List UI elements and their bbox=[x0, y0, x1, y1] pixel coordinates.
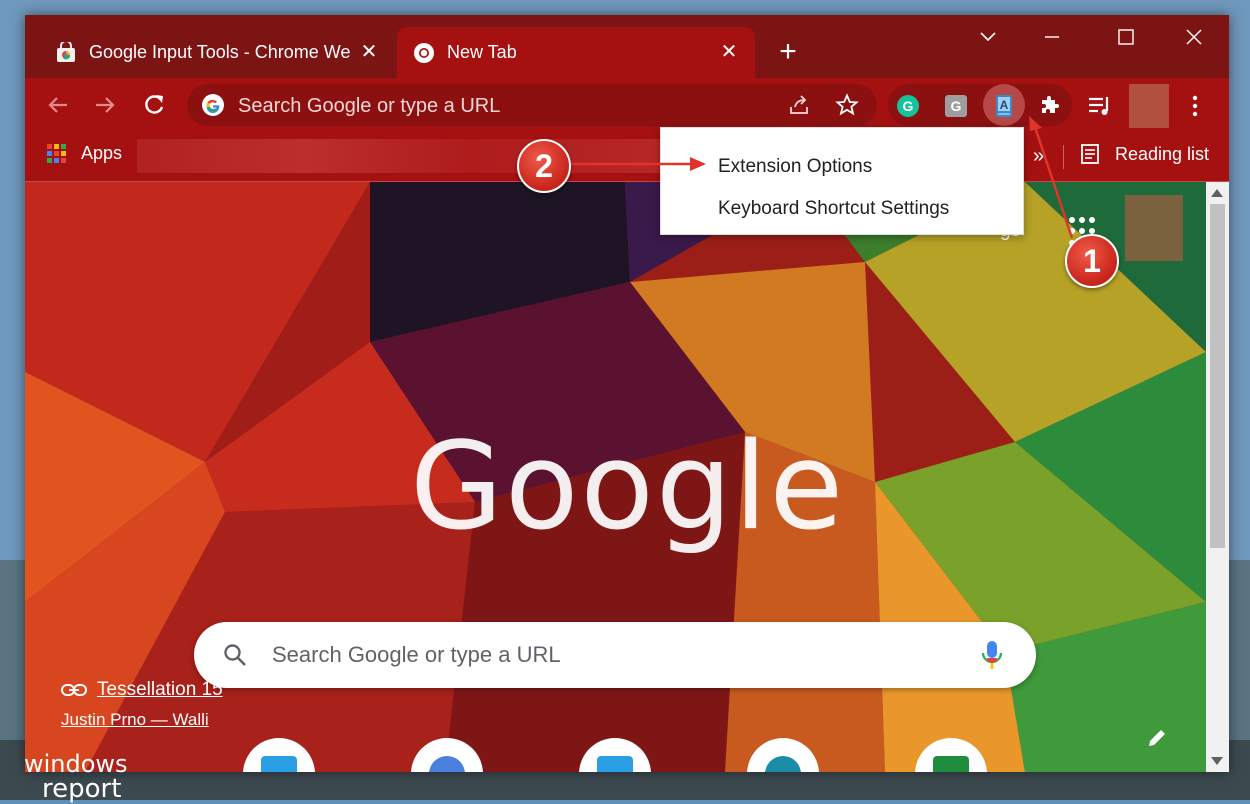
extension-context-menu: Extension Options Keyboard Shortcut Sett… bbox=[660, 127, 1024, 235]
grammarly-icon[interactable]: G bbox=[896, 94, 920, 118]
voice-search-icon[interactable] bbox=[980, 639, 1004, 671]
new-tab-button[interactable]: + bbox=[773, 37, 803, 68]
address-bar[interactable]: Search Google or type a URL bbox=[187, 84, 877, 126]
reading-list-label: Reading list bbox=[1115, 143, 1210, 164]
reload-icon[interactable] bbox=[139, 90, 169, 120]
menu-item-extension-options[interactable]: Extension Options bbox=[718, 156, 872, 178]
more-menu-icon[interactable] bbox=[1185, 93, 1205, 119]
extensions-toolbar-group: G G A bbox=[888, 84, 1072, 126]
reading-list-button[interactable]: Reading list bbox=[1079, 143, 1209, 165]
minimize-icon[interactable] bbox=[1030, 23, 1074, 51]
extensions-puzzle-icon[interactable] bbox=[1038, 94, 1062, 118]
link-icon bbox=[61, 684, 87, 696]
new-tab-page: gs Google Search Google or type a URL bbox=[25, 182, 1206, 772]
toolbar: Search Google or type a URL G G A bbox=[25, 78, 1229, 133]
bookmark-star-icon[interactable] bbox=[835, 93, 859, 117]
tab-title: New Tab bbox=[447, 42, 517, 62]
bookmarks-bar: Apps » Reading list bbox=[25, 133, 1229, 182]
back-icon[interactable] bbox=[43, 90, 73, 120]
ntp-search-placeholder: Search Google or type a URL bbox=[272, 642, 561, 667]
svg-text:G: G bbox=[951, 98, 962, 114]
ntp-account-avatar[interactable] bbox=[1125, 195, 1183, 261]
blurred-bookmarks bbox=[137, 139, 697, 173]
address-bar-placeholder: Search Google or type a URL bbox=[238, 95, 501, 117]
chrome-window: Google Input Tools - Chrome Web Store ✕ … bbox=[25, 15, 1229, 772]
close-window-icon[interactable] bbox=[1172, 23, 1216, 51]
annotation-step-2: 2 bbox=[517, 139, 571, 193]
tab-title: Google Input Tools - Chrome Web Store bbox=[89, 42, 351, 62]
google-input-tools-icon[interactable]: A bbox=[992, 94, 1016, 118]
maximize-icon[interactable] bbox=[1104, 23, 1148, 51]
reading-list-icon bbox=[1081, 144, 1099, 164]
shortcut-favicon bbox=[765, 756, 801, 772]
chrome-web-store-icon bbox=[57, 41, 75, 62]
customize-pencil-icon[interactable] bbox=[1145, 726, 1169, 750]
scroll-down-icon[interactable] bbox=[1211, 757, 1223, 765]
forward-icon[interactable] bbox=[90, 90, 120, 120]
background-credit-author[interactable]: Justin Prno — Walli bbox=[61, 710, 209, 730]
google-logo: Google bbox=[410, 418, 846, 557]
windows-report-watermark: windows report bbox=[24, 752, 128, 802]
tab-new-tab[interactable]: New Tab ✕ bbox=[397, 27, 755, 78]
annotation-step-1: 1 bbox=[1065, 234, 1119, 288]
media-control-icon[interactable] bbox=[1087, 94, 1113, 118]
google-g-icon bbox=[202, 94, 224, 116]
apps-label: Apps bbox=[81, 143, 123, 163]
close-tab-icon[interactable]: ✕ bbox=[717, 40, 741, 64]
apps-shortcut[interactable]: Apps bbox=[47, 143, 122, 164]
chrome-icon bbox=[414, 42, 434, 63]
watermark-line2: report bbox=[42, 774, 122, 804]
tab-search-icon[interactable] bbox=[966, 23, 1010, 51]
bookmarks-divider bbox=[1063, 145, 1064, 169]
close-tab-icon[interactable]: ✕ bbox=[357, 40, 381, 64]
bookmarks-overflow-icon[interactable]: » bbox=[1033, 145, 1044, 168]
scroll-up-icon[interactable] bbox=[1211, 189, 1223, 197]
shortcut-favicon bbox=[597, 756, 633, 772]
tab-strip: Google Input Tools - Chrome Web Store ✕ … bbox=[25, 15, 1229, 78]
share-icon[interactable] bbox=[787, 93, 811, 117]
apps-grid-icon bbox=[47, 143, 67, 164]
background-credit-title: Tessellation 15 bbox=[97, 679, 223, 700]
shortcut-favicon bbox=[933, 756, 969, 772]
search-icon bbox=[224, 644, 246, 666]
shortcut-favicon bbox=[429, 756, 465, 772]
page-scrollbar[interactable] bbox=[1206, 182, 1229, 772]
svg-text:G: G bbox=[903, 98, 914, 114]
tab-google-input-tools[interactable]: Google Input Tools - Chrome Web Store ✕ bbox=[39, 27, 395, 78]
scroll-thumb[interactable] bbox=[1210, 204, 1225, 548]
svg-text:A: A bbox=[1000, 98, 1009, 112]
profile-avatar[interactable] bbox=[1129, 84, 1169, 128]
g-extension-icon[interactable]: G bbox=[944, 94, 968, 118]
watermark-line1: windows bbox=[24, 750, 128, 778]
background-credit-link[interactable]: Tessellation 15 bbox=[61, 679, 223, 701]
menu-item-keyboard-shortcut-settings[interactable]: Keyboard Shortcut Settings bbox=[718, 198, 949, 220]
ntp-search-box[interactable]: Search Google or type a URL bbox=[194, 622, 1036, 688]
shortcut-favicon bbox=[261, 756, 297, 772]
